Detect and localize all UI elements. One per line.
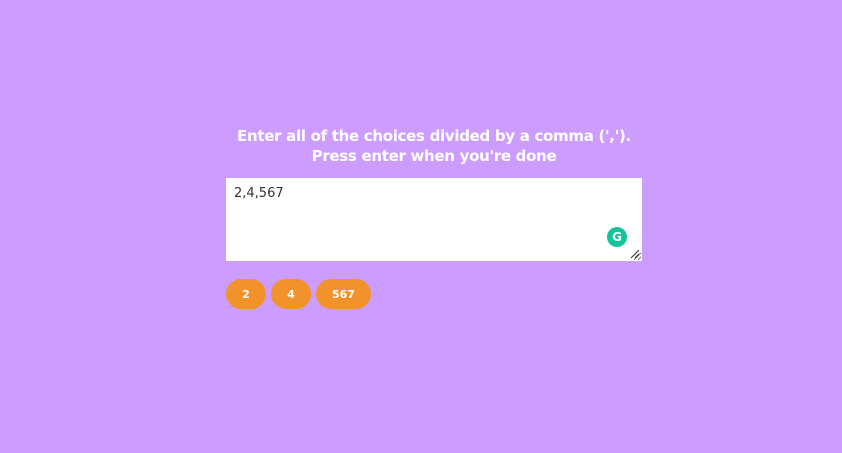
choice-tag[interactable]: 4 [271, 279, 311, 309]
choices-input-wrapper: 2,4,567 G [226, 178, 642, 261]
instructions-line-1: Enter all of the choices divided by a co… [237, 127, 631, 145]
choice-tag[interactable]: 567 [316, 279, 371, 309]
resize-handle-icon[interactable] [630, 249, 640, 259]
choices-input[interactable]: 2,4,567 [226, 178, 642, 261]
choice-picker: Enter all of the choices divided by a co… [226, 126, 642, 309]
choice-tag[interactable]: 2 [226, 279, 266, 309]
instructions-text: Enter all of the choices divided by a co… [226, 126, 642, 166]
grammarly-icon[interactable]: G [607, 227, 627, 247]
choice-tags: 2 4 567 [226, 279, 642, 309]
instructions-line-2: Press enter when you're done [311, 147, 557, 165]
